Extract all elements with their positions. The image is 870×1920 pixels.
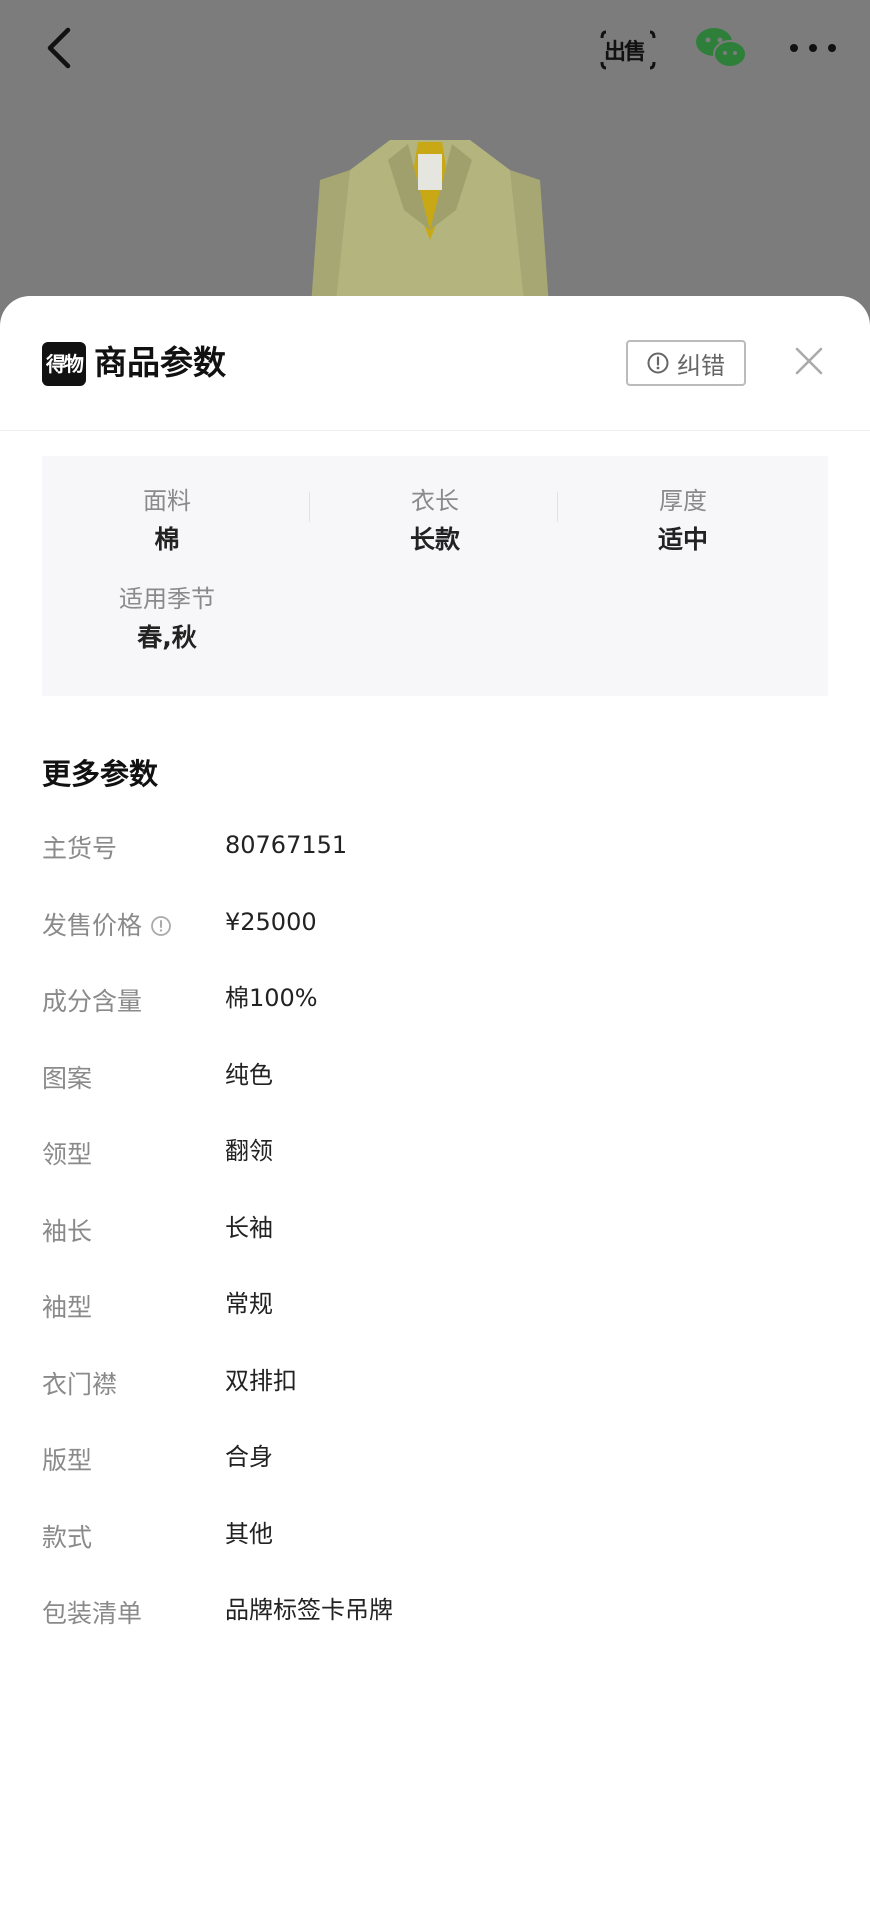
param-row: 款式 其他: [42, 1513, 832, 1590]
key-param-label: 面料: [143, 487, 191, 515]
param-key-text: 袖长: [42, 1216, 93, 1246]
param-value: 品牌标签卡吊牌: [225, 1596, 393, 1624]
param-value: ¥25000: [225, 907, 317, 936]
sheet-title: 商品参数: [94, 343, 226, 382]
param-key: 袖型: [42, 1291, 92, 1325]
param-key: 袖长: [42, 1215, 92, 1249]
report-error-button[interactable]: 纠错: [626, 340, 746, 386]
param-key-text: 图案: [42, 1063, 93, 1093]
param-key-text: 包装清单: [42, 1599, 143, 1628]
param-value: 80767151: [225, 831, 348, 859]
param-value: 纯色: [225, 1060, 273, 1089]
param-row: 图案 纯色: [42, 1054, 832, 1131]
info-circle-icon[interactable]: [150, 915, 172, 937]
param-value: 其他: [225, 1519, 273, 1548]
report-error-label: 纠错: [677, 351, 725, 380]
param-row: 袖长 长袖: [42, 1207, 832, 1284]
param-key-text: 版型: [42, 1446, 93, 1475]
param-key-text: 衣门襟: [42, 1369, 118, 1399]
key-param-value: 长款: [409, 525, 460, 554]
key-params-panel: 面料 棉 衣长 长款 厚度 适中 适用季节 春,秋: [42, 456, 828, 696]
brand-logo: 得物: [42, 342, 86, 386]
key-param-label: 衣长: [411, 487, 459, 515]
param-key: 衣门襟: [42, 1368, 117, 1402]
param-value: 翻领: [225, 1137, 273, 1165]
param-row: 成分含量 棉100%: [42, 977, 832, 1054]
param-key-text: 领型: [42, 1140, 93, 1169]
param-row: 发售价格 ¥25000: [42, 901, 832, 978]
param-key: 版型: [42, 1444, 92, 1478]
param-key-text: 发售价格: [42, 910, 143, 940]
key-param-fabric: 面料 棉: [42, 484, 292, 560]
param-row: 版型 合身: [42, 1436, 832, 1513]
param-key: 款式: [42, 1521, 92, 1555]
key-param-label: 厚度: [659, 487, 707, 515]
key-param-length: 衣长 长款: [310, 484, 560, 560]
param-value: 合身: [225, 1443, 273, 1471]
param-value: 双排扣: [225, 1366, 297, 1395]
more-icon[interactable]: [786, 26, 840, 70]
param-key-text: 款式: [42, 1522, 93, 1552]
param-value: 棉100%: [225, 984, 318, 1012]
param-key-text: 成分含量: [42, 987, 143, 1016]
param-key: 图案: [42, 1062, 92, 1096]
key-param-season: 适用季节 春,秋: [42, 582, 292, 658]
key-param-value: 棉: [154, 525, 180, 554]
param-key: 发售价格: [42, 909, 172, 943]
alert-circle-icon: [647, 352, 669, 374]
top-navigation-bar: 出售: [0, 0, 870, 100]
param-key: 领型: [42, 1138, 92, 1172]
product-params-sheet: 得物 商品参数 纠错 面料 棉 衣长 长款 厚度 适中 适用季节 春,秋 更多参…: [0, 296, 870, 1920]
param-row: 包装清单 品牌标签卡吊牌: [42, 1589, 832, 1666]
param-row: 主货号 80767151: [42, 824, 832, 901]
more-params-list: 主货号 80767151 发售价格 ¥25000 成分含量 棉100% 图案 纯…: [42, 824, 832, 1666]
back-arrow-icon[interactable]: [40, 26, 80, 70]
key-param-value: 春,秋: [137, 623, 197, 652]
param-row: 衣门襟 双排扣: [42, 1360, 832, 1437]
more-params-title: 更多参数: [42, 757, 159, 791]
param-key: 主货号: [42, 832, 117, 866]
key-param-value: 适中: [657, 525, 708, 554]
param-row: 袖型 常规: [42, 1283, 832, 1360]
key-param-label: 适用季节: [119, 585, 215, 613]
close-icon[interactable]: [794, 346, 824, 376]
param-row: 领型 翻领: [42, 1130, 832, 1207]
dimmed-product-page: 出售: [0, 0, 870, 330]
sell-bracket-icon: [600, 30, 656, 70]
sell-icon[interactable]: 出售: [600, 28, 656, 72]
sheet-header: 得物 商品参数 纠错: [0, 296, 870, 431]
wechat-icon[interactable]: [694, 24, 748, 72]
param-key: 包装清单: [42, 1597, 142, 1631]
param-value: 常规: [225, 1290, 273, 1318]
param-key-text: 袖型: [42, 1293, 93, 1322]
param-key-text: 主货号: [42, 834, 118, 863]
param-key: 成分含量: [42, 985, 142, 1019]
key-param-thickness: 厚度 适中: [558, 484, 808, 560]
param-value: 长袖: [225, 1213, 273, 1242]
